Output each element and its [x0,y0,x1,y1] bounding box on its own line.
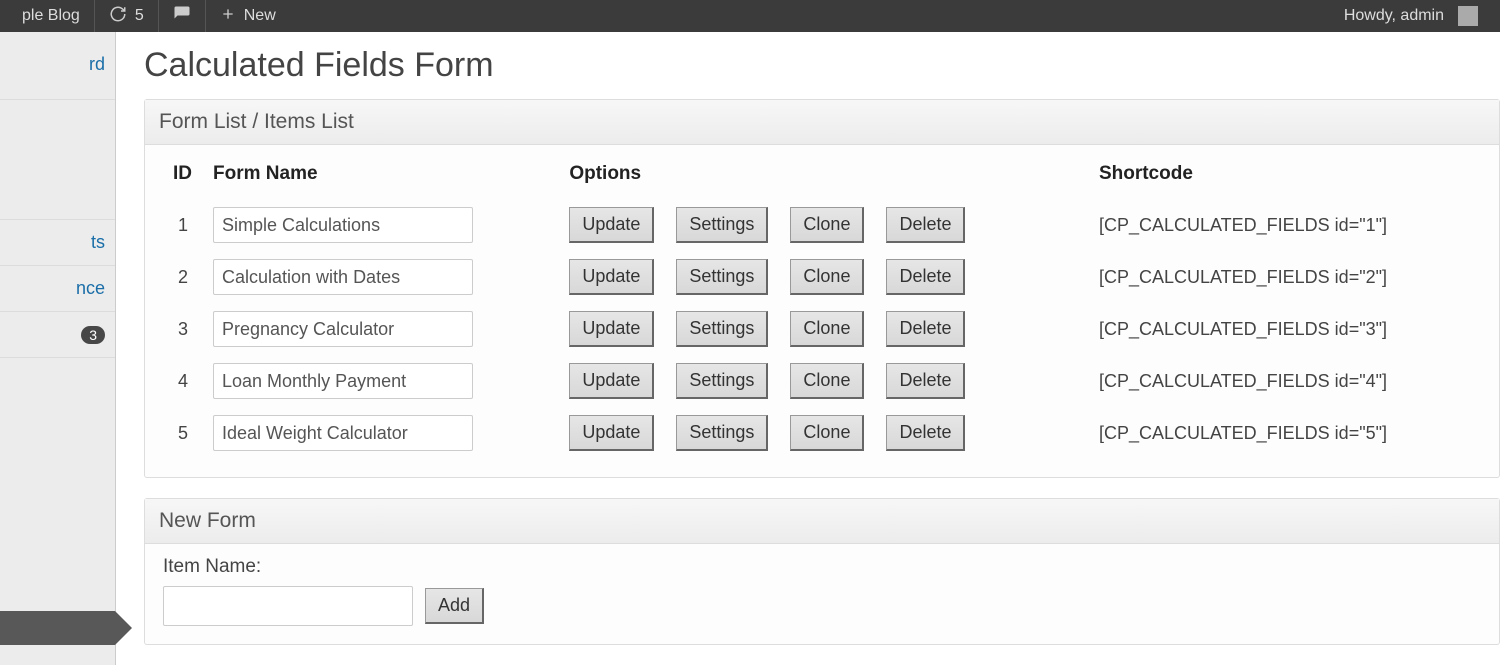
admin-bar: ple Blog 5 New Howdy, admin [0,0,1500,32]
clone-button[interactable]: Clone [790,311,864,347]
forms-table: ID Form Name Options Shortcode 1 Update Se… [163,157,1481,459]
site-name-text: ple Blog [22,7,80,25]
table-row: 3 Update Settings Clone Delete [CP_CALCULATED… [163,303,1481,355]
content-area: Calculated Fields Form Form List / Items… [116,32,1500,665]
newform-label: Item Name: [163,556,1481,578]
row-id: 1 [163,199,203,251]
form-name-input[interactable] [213,311,473,347]
new-form-panel-title: New Form [145,499,1499,544]
sidebar-item-label: nce [76,278,105,298]
row-name-cell [203,251,559,303]
table-row: 2 Update Settings Clone Delete [CP_CALCULATED… [163,251,1481,303]
add-button[interactable]: Add [425,588,484,624]
settings-button[interactable]: Settings [676,311,768,347]
sidebar-item-badge[interactable]: 3 [0,312,115,358]
updates-link[interactable]: 5 [95,0,159,32]
table-row: 1 Update Settings Clone Delete [CP_CALCULATED… [163,199,1481,251]
delete-button[interactable]: Delete [886,311,965,347]
form-list-panel-body: ID Form Name Options Shortcode 1 Update Se… [145,145,1499,477]
row-shortcode: [CP_CALCULATED_FIELDS id="4"] [1089,355,1481,407]
new-link[interactable]: New [206,0,290,32]
form-name-input[interactable] [213,363,473,399]
row-options-cell: Update Settings Clone Delete [559,407,1089,459]
row-shortcode: [CP_CALCULATED_FIELDS id="3"] [1089,303,1481,355]
update-button[interactable]: Update [569,415,654,451]
collapse-sidebar[interactable] [0,611,115,645]
settings-button[interactable]: Settings [676,363,768,399]
howdy-text: Howdy, admin [1344,7,1444,25]
update-button[interactable]: Update [569,363,654,399]
row-name-cell [203,407,559,459]
refresh-icon [109,5,127,28]
delete-button[interactable]: Delete [886,415,965,451]
settings-button[interactable]: Settings [676,207,768,243]
sidebar-item-nce[interactable]: nce [0,266,115,312]
row-name-cell [203,199,559,251]
delete-button[interactable]: Delete [886,207,965,243]
row-shortcode: [CP_CALCULATED_FIELDS id="5"] [1089,407,1481,459]
row-options-cell: Update Settings Clone Delete [559,303,1089,355]
page-title: Calculated Fields Form [144,46,1500,85]
comment-icon [173,5,191,28]
comments-link[interactable] [159,0,206,32]
avatar [1458,6,1478,26]
col-options: Options [559,157,1089,199]
new-form-panel-body: Item Name: Add [145,544,1499,644]
settings-button[interactable]: Settings [676,415,768,451]
row-options-cell: Update Settings Clone Delete [559,251,1089,303]
row-name-cell [203,355,559,407]
row-name-cell [203,303,559,355]
new-item-name-input[interactable] [163,586,413,626]
updates-count: 5 [135,7,144,25]
sidebar-spacer [0,100,115,220]
update-button[interactable]: Update [569,207,654,243]
account-link[interactable]: Howdy, admin [1330,0,1492,32]
admin-bar-left: ple Blog 5 New [8,0,290,32]
row-id: 3 [163,303,203,355]
col-id: ID [163,157,203,199]
sidebar-item-label: ts [91,232,105,252]
delete-button[interactable]: Delete [886,363,965,399]
clone-button[interactable]: Clone [790,259,864,295]
row-shortcode: [CP_CALCULATED_FIELDS id="2"] [1089,251,1481,303]
form-name-input[interactable] [213,207,473,243]
settings-button[interactable]: Settings [676,259,768,295]
row-options-cell: Update Settings Clone Delete [559,355,1089,407]
sidebar-item-ts[interactable]: ts [0,220,115,266]
row-id: 4 [163,355,203,407]
row-options-cell: Update Settings Clone Delete [559,199,1089,251]
form-name-input[interactable] [213,415,473,451]
admin-sidebar: rd ts nce 3 [0,32,116,665]
clone-button[interactable]: Clone [790,415,864,451]
newform-row: Add [163,586,1481,626]
delete-button[interactable]: Delete [886,259,965,295]
form-name-input[interactable] [213,259,473,295]
row-shortcode: [CP_CALCULATED_FIELDS id="1"] [1089,199,1481,251]
table-row: 4 Update Settings Clone Delete [CP_CALCULATED… [163,355,1481,407]
site-name-link[interactable]: ple Blog [8,0,95,32]
col-name: Form Name [203,157,559,199]
row-id: 2 [163,251,203,303]
clone-button[interactable]: Clone [790,207,864,243]
update-button[interactable]: Update [569,311,654,347]
sidebar-badge: 3 [81,326,105,344]
plus-icon [220,6,236,27]
form-list-panel-title: Form List / Items List [145,100,1499,145]
form-list-panel: Form List / Items List ID Form Name Opti… [144,99,1500,478]
clone-button[interactable]: Clone [790,363,864,399]
sidebar-item-dashboard[interactable]: rd [0,38,115,100]
sidebar-item-label: rd [89,54,105,74]
table-row: 5 Update Settings Clone Delete [CP_CALCULATED… [163,407,1481,459]
table-header-row: ID Form Name Options Shortcode [163,157,1481,199]
new-form-panel: New Form Item Name: Add [144,498,1500,645]
admin-bar-right: Howdy, admin [1330,0,1492,32]
update-button[interactable]: Update [569,259,654,295]
new-label: New [244,7,276,25]
col-shortcode: Shortcode [1089,157,1481,199]
row-id: 5 [163,407,203,459]
main-wrap: rd ts nce 3 Calculated Fields Form Form … [0,32,1500,665]
